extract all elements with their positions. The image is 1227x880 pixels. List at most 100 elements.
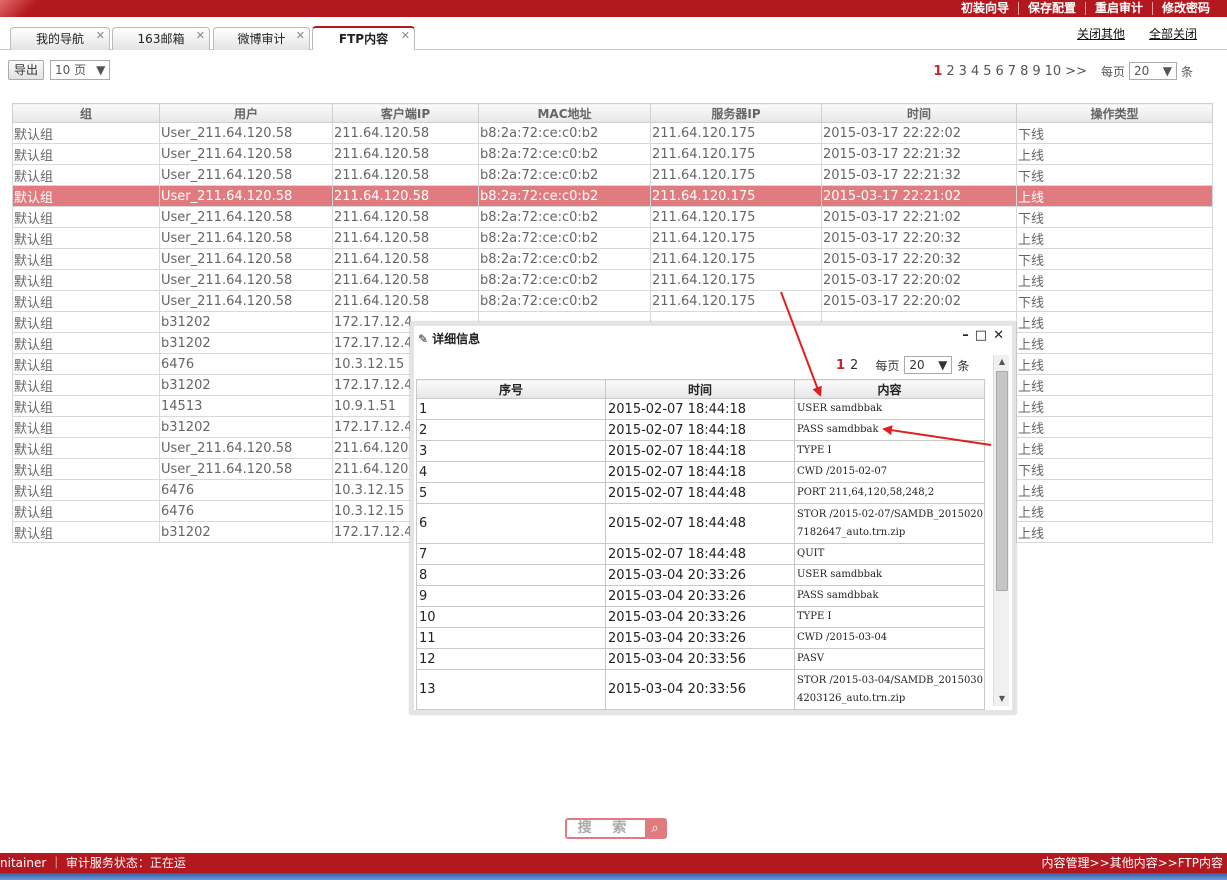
table-cell: User_211.64.120.58	[159, 227, 333, 249]
tab-163-mail[interactable]: 163邮箱 ✕	[112, 27, 210, 50]
minimize-icon[interactable]: –	[962, 328, 969, 343]
page-link[interactable]: 5	[983, 64, 991, 79]
per-page-select[interactable]: 20 ▼	[904, 356, 953, 374]
column-header[interactable]: 时间	[605, 379, 795, 399]
page-link[interactable]: 3	[959, 64, 967, 79]
column-header[interactable]: 操作类型	[1016, 103, 1213, 123]
table-row[interactable]: 6 2015-02-07 18:44:48 STOR /2015-02-07/SAM…	[416, 503, 985, 544]
table-row[interactable]: 11 2015-03-04 20:33:26 CWD /2015-03-04	[416, 627, 985, 649]
table-row[interactable]: 默认组 User_211.64.120.58 211.64.120.58 b8:2a:…	[12, 227, 1213, 249]
tab-label: 我的导航	[35, 32, 84, 46]
table-cell: USER samdbbak	[794, 564, 985, 586]
page-link[interactable]: 2	[850, 358, 858, 373]
column-header[interactable]: 时间	[821, 103, 1017, 123]
tab-weibo-audit[interactable]: 微博审计 ✕	[213, 27, 310, 50]
table-row[interactable]: 默认组 User_211.64.120.58 211.64.120.58 b8:2a:…	[12, 122, 1213, 144]
page-link[interactable]: 6	[996, 64, 1004, 79]
table-cell: 2015-03-17 22:20:02	[821, 269, 1017, 291]
table-row[interactable]: 1 2015-02-07 18:44:18 USER samdbbak	[416, 398, 985, 420]
next-page-link[interactable]: >>	[1065, 64, 1087, 79]
table-cell: 上线	[1016, 353, 1213, 375]
table-row[interactable]: 4 2015-02-07 18:44:18 CWD /2015-02-07	[416, 461, 985, 483]
table-row[interactable]: 3 2015-02-07 18:44:18 TYPE I	[416, 440, 985, 462]
table-cell: 6476	[159, 479, 333, 501]
column-header[interactable]: 客户端IP	[332, 103, 479, 123]
table-row[interactable]: 13 2015-03-04 20:33:56 STOR /2015-03-04/SA…	[416, 669, 985, 710]
export-button[interactable]: 导出	[8, 60, 45, 80]
table-cell: 1	[416, 398, 606, 420]
page-link[interactable]: 8	[1020, 64, 1028, 79]
table-cell: 默认组	[12, 416, 160, 438]
table-cell: 3	[416, 440, 606, 462]
table-row[interactable]: 默认组 User_211.64.120.58 211.64.120.58 b8:2a:…	[12, 143, 1213, 165]
dialog-pager: 1 2 每页 20 ▼ 条	[836, 356, 969, 374]
scroll-down-icon[interactable]: ▼	[994, 692, 1010, 706]
table-cell: 上线	[1016, 500, 1213, 522]
table-cell: 默认组	[12, 227, 160, 249]
page-link[interactable]: 7	[1008, 64, 1016, 79]
tab-ftp-content[interactable]: FTP内容 ✕	[312, 26, 415, 50]
column-header[interactable]: 服务器IP	[650, 103, 822, 123]
table-cell: 默认组	[12, 269, 160, 291]
table-row[interactable]: 7 2015-02-07 18:44:48 QUIT	[416, 543, 985, 565]
table-row[interactable]: 8 2015-03-04 20:33:26 USER samdbbak	[416, 564, 985, 586]
close-icon[interactable]: ✕	[96, 25, 105, 47]
page-link[interactable]: 4	[971, 64, 979, 79]
page-link[interactable]: 9	[1032, 64, 1040, 79]
toolbar: 导出 10 页 ▼	[8, 60, 111, 80]
table-row[interactable]: 默认组 User_211.64.120.58 211.64.120.58 b8:2a:…	[12, 248, 1213, 270]
table-row[interactable]: 默认组 User_211.64.120.58 211.64.120.58 b8:2a:…	[12, 185, 1213, 207]
page-size-value: 10 页	[55, 63, 87, 77]
close-others-link[interactable]: 关闭其他	[1077, 25, 1125, 42]
menu-setup-wizard[interactable]: 初装向导	[952, 2, 1018, 15]
tab-my-nav[interactable]: 我的导航 ✕	[10, 27, 110, 50]
table-cell: 9	[416, 585, 606, 607]
table-cell: 2015-02-07 18:44:18	[605, 461, 795, 483]
search-button[interactable]: 搜 索 ⌕	[565, 818, 667, 839]
table-cell: 默认组	[12, 122, 160, 144]
table-row[interactable]: 9 2015-03-04 20:33:26 PASS samdbbak	[416, 585, 985, 607]
table-row[interactable]: 默认组 User_211.64.120.58 211.64.120.58 b8:2a:…	[12, 290, 1213, 312]
dialog-scrollbar[interactable]: ▲ ▼	[993, 355, 1009, 706]
table-row[interactable]: 5 2015-02-07 18:44:48 PORT 211,64,120,58,2…	[416, 482, 985, 504]
page-size-select[interactable]: 10 页 ▼	[50, 60, 111, 80]
table-row[interactable]: 默认组 User_211.64.120.58 211.64.120.58 b8:2a:…	[12, 164, 1213, 186]
column-header[interactable]: MAC地址	[478, 103, 651, 123]
table-row[interactable]: 10 2015-03-04 20:33:26 TYPE I	[416, 606, 985, 628]
table-cell: User_211.64.120.58	[159, 185, 333, 207]
main-pager: 1 2 3 4 5 6 7 8 9 10 >> 每页 20 ▼ 条	[933, 62, 1193, 80]
menu-restart-audit[interactable]: 重启审计	[1084, 2, 1152, 15]
column-header[interactable]: 序号	[416, 379, 606, 399]
scroll-thumb[interactable]	[996, 371, 1008, 591]
close-icon[interactable]: ✕	[401, 25, 410, 47]
column-header[interactable]: 内容	[794, 379, 985, 399]
table-row[interactable]: 2 2015-02-07 18:44:18 PASS samdbbak	[416, 419, 985, 441]
table-row[interactable]: 12 2015-03-04 20:33:56 PASV	[416, 648, 985, 670]
menu-change-password[interactable]: 修改密码	[1151, 2, 1219, 15]
page-link[interactable]: 1	[933, 64, 942, 79]
per-page-label: 每页	[1100, 64, 1125, 79]
scroll-up-icon[interactable]: ▲	[994, 355, 1010, 369]
table-cell: 默认组	[12, 374, 160, 396]
close-icon[interactable]: ✕	[296, 25, 305, 47]
table-row[interactable]: 默认组 User_211.64.120.58 211.64.120.58 b8:2a:…	[12, 206, 1213, 228]
column-header[interactable]: 用户	[159, 103, 333, 123]
table-cell: 下线	[1016, 458, 1213, 480]
per-page-select[interactable]: 20 ▼	[1128, 62, 1177, 80]
table-cell: 2015-03-17 22:20:32	[821, 248, 1017, 270]
close-all-link[interactable]: 全部关闭	[1149, 25, 1197, 42]
menu-save-config[interactable]: 保存配置	[1017, 2, 1085, 15]
maximize-icon[interactable]: □	[975, 328, 987, 343]
table-cell: 211.64.120.175	[650, 227, 822, 249]
table-row[interactable]: 默认组 User_211.64.120.58 211.64.120.58 b8:2a:…	[12, 269, 1213, 291]
page-link[interactable]: 10	[1045, 64, 1062, 79]
page-link[interactable]: 1	[836, 358, 845, 373]
page-link[interactable]: 2	[946, 64, 954, 79]
table-cell: 上线	[1016, 311, 1213, 333]
column-header[interactable]: 组	[12, 103, 160, 123]
close-icon[interactable]: ✕	[196, 25, 205, 47]
close-icon[interactable]: ✕	[993, 328, 1004, 343]
table-cell: 下线	[1016, 206, 1213, 228]
table-cell: 默认组	[12, 521, 160, 543]
table-cell: 下线	[1016, 248, 1213, 270]
